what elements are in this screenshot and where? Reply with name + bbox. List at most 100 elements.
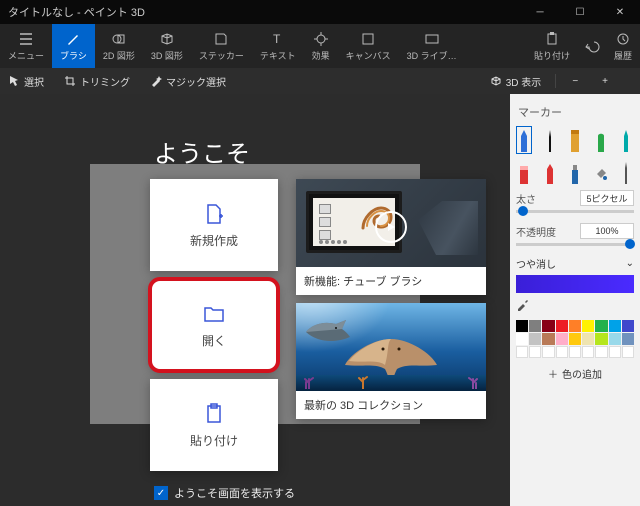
swatch[interactable] — [595, 320, 607, 332]
swatch[interactable] — [529, 320, 541, 332]
brush-tab[interactable]: ブラシ — [52, 24, 95, 68]
shape2d-tab[interactable]: 2D 図形 — [95, 24, 143, 68]
thickness-value[interactable]: 5ピクセル — [580, 190, 634, 206]
brush-pencil[interactable] — [618, 126, 634, 154]
swatch-empty[interactable] — [595, 346, 607, 358]
canvas-tab[interactable]: キャンバス — [338, 24, 399, 68]
swatch-empty[interactable] — [582, 346, 594, 358]
select-tool[interactable]: 選択 — [0, 74, 52, 89]
lib3d-tab[interactable]: 3D ライブ… — [399, 24, 465, 68]
swatch[interactable] — [609, 333, 621, 345]
undo-icon — [584, 38, 600, 54]
text-icon: T — [270, 31, 286, 47]
thickness-slider[interactable] — [516, 210, 634, 213]
zoom-out-button[interactable]: − — [562, 76, 588, 87]
swatch[interactable] — [609, 320, 621, 332]
swatch[interactable] — [582, 320, 594, 332]
swatch[interactable] — [595, 333, 607, 345]
paste-card[interactable]: 貼り付け — [150, 379, 278, 471]
current-color[interactable] — [516, 275, 634, 293]
brush-oil[interactable] — [567, 126, 583, 154]
shape3d-tab[interactable]: 3D 図形 — [143, 24, 191, 68]
swatch[interactable] — [622, 320, 634, 332]
add-color-button[interactable]: ＋ 色の追加 — [516, 366, 634, 381]
folder-icon — [202, 302, 226, 326]
menu-button[interactable]: メニュー — [0, 24, 52, 68]
tile2-caption: 最新の 3D コレクション — [296, 391, 486, 419]
history-button[interactable]: 履歴 — [606, 24, 640, 68]
minimize-button[interactable]: ─ — [520, 0, 560, 24]
paste-card-label: 貼り付け — [190, 432, 238, 449]
brush-eraser[interactable] — [516, 158, 532, 186]
swatch-empty[interactable] — [529, 346, 541, 358]
brush-crayon[interactable] — [542, 158, 558, 186]
swatch-empty[interactable] — [609, 346, 621, 358]
magic-select-tool[interactable]: マジック選択 — [142, 74, 234, 89]
magic-icon — [150, 75, 162, 87]
view3d-toggle[interactable]: 3D 表示 — [482, 74, 550, 89]
swatch-empty[interactable] — [542, 346, 554, 358]
swatch[interactable] — [622, 333, 634, 345]
lib3d-icon — [424, 31, 440, 47]
effect-tab[interactable]: 効果 — [304, 24, 338, 68]
new-card[interactable]: 新規作成 — [150, 179, 278, 271]
feature-tile-1[interactable]: 新機能: チューブ ブラシ — [296, 179, 486, 295]
swatch[interactable] — [556, 333, 568, 345]
brush-fill[interactable] — [593, 158, 609, 186]
swatch[interactable] — [569, 320, 581, 332]
swatch[interactable] — [542, 320, 554, 332]
show-welcome-checkbox[interactable]: ✓ ようこそ画面を表示する — [154, 485, 490, 501]
feature-tile-2[interactable]: 最新の 3D コレクション — [296, 303, 486, 419]
brush-calligraphy[interactable] — [542, 126, 558, 154]
magic-label: マジック選択 — [166, 74, 226, 89]
shape3d-icon — [159, 31, 175, 47]
open-card[interactable]: 開く — [150, 279, 278, 371]
swatch-empty[interactable] — [569, 346, 581, 358]
sticker-icon — [213, 31, 229, 47]
paste-icon — [544, 31, 560, 47]
zoom-in-button[interactable]: + — [592, 76, 618, 87]
panel-title: マーカー — [518, 104, 634, 120]
eyedropper-button[interactable] — [516, 297, 530, 314]
trim-tool[interactable]: トリミング — [56, 74, 138, 89]
brush-spray[interactable] — [567, 158, 583, 186]
opacity-slider[interactable] — [516, 243, 634, 246]
undo-button[interactable] — [578, 24, 606, 68]
checkmark-icon: ✓ — [154, 486, 168, 500]
swatch-empty[interactable] — [516, 346, 528, 358]
title-bar: タイトルなし - ペイント 3D ─ ☐ ✕ — [0, 0, 640, 24]
plus-icon: ＋ — [548, 366, 558, 381]
svg-text:T: T — [273, 32, 281, 46]
brush-marker[interactable] — [516, 126, 532, 154]
swatch[interactable] — [516, 320, 528, 332]
lib3d-label: 3D ライブ… — [407, 49, 457, 62]
brush-pen[interactable] — [618, 158, 634, 186]
body: ようこそ 新規作成 開く 貼り付け — [0, 94, 640, 506]
swatch-empty[interactable] — [622, 346, 634, 358]
maximize-button[interactable]: ☐ — [560, 0, 600, 24]
swatch[interactable] — [556, 320, 568, 332]
swatch[interactable] — [569, 333, 581, 345]
swatch[interactable] — [542, 333, 554, 345]
history-icon — [615, 31, 631, 47]
swatch[interactable] — [582, 333, 594, 345]
swatch-empty[interactable] — [556, 346, 568, 358]
brush-label: ブラシ — [60, 49, 87, 62]
swatch[interactable] — [529, 333, 541, 345]
play-icon — [375, 211, 407, 243]
view3d-label: 3D 表示 — [506, 74, 542, 89]
paste-button[interactable]: 貼り付け — [526, 24, 578, 68]
brush-watercolor[interactable] — [593, 126, 609, 154]
close-button[interactable]: ✕ — [600, 0, 640, 24]
sticker-label: ステッカー — [199, 49, 244, 62]
new-label: 新規作成 — [190, 232, 238, 249]
text-tab[interactable]: T テキスト — [252, 24, 304, 68]
clipboard-icon — [202, 402, 226, 426]
chevron-down-icon[interactable]: ⌄ — [626, 258, 634, 269]
swatch[interactable] — [516, 333, 528, 345]
sticker-tab[interactable]: ステッカー — [191, 24, 252, 68]
opacity-value[interactable]: 100% — [580, 223, 634, 239]
secondary-toolbar: 選択 トリミング マジック選択 3D 表示 − + — [0, 68, 640, 94]
add-color-label: 色の追加 — [562, 366, 602, 381]
ribbon-toolbar: メニュー ブラシ 2D 図形 3D 図形 ステッカー T テキスト 効果 キャン… — [0, 24, 640, 68]
